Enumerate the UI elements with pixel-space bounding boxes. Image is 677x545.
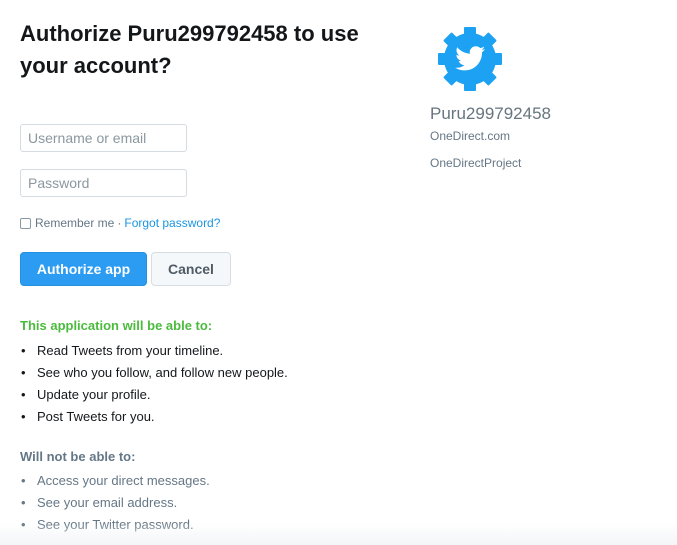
permission-text: See your email address.	[37, 495, 178, 510]
app-name: Puru299792458	[430, 104, 552, 123]
list-item: • Read Tweets from your timeline.	[20, 340, 288, 362]
list-item: • See your email address.	[20, 492, 210, 514]
permission-text: Access your direct messages.	[37, 473, 210, 488]
username-input[interactable]	[20, 124, 187, 152]
bullet-icon: •	[21, 387, 26, 402]
bullet-icon: •	[21, 495, 26, 510]
list-item: • Post Tweets for you.	[20, 406, 288, 428]
permission-text: Update your profile.	[37, 387, 151, 402]
app-organization: OneDirectProject	[430, 156, 522, 170]
separator-dot: ·	[117, 216, 122, 230]
remember-me-label[interactable]: Remember me	[35, 216, 114, 230]
app-website: OneDirect.com	[430, 129, 511, 143]
bullet-icon: •	[21, 409, 26, 424]
bullet-icon: •	[21, 365, 26, 380]
authorize-app-button[interactable]: Authorize app	[20, 252, 147, 286]
bottom-shade	[0, 523, 677, 545]
list-item: • Access your direct messages.	[20, 470, 210, 492]
list-item: • Update your profile.	[20, 384, 288, 406]
cancel-button[interactable]: Cancel	[151, 252, 231, 286]
permission-text: See who you follow, and follow new peopl…	[37, 365, 288, 380]
gear-bird-icon	[438, 27, 502, 91]
authorize-page: Authorize Puru299792458 to use your acco…	[0, 0, 677, 545]
allowed-permissions-heading: This application will be able to:	[20, 318, 213, 333]
bullet-icon: •	[21, 473, 26, 488]
bullet-icon: •	[21, 343, 26, 358]
password-input[interactable]	[20, 169, 187, 197]
remember-row: Remember me · Forgot password?	[20, 215, 220, 231]
permission-text: Read Tweets from your timeline.	[37, 343, 224, 358]
forgot-password-link[interactable]: Forgot password?	[124, 216, 220, 230]
permission-text: Post Tweets for you.	[37, 409, 155, 424]
remember-me-checkbox[interactable]	[20, 217, 31, 229]
list-item: • See who you follow, and follow new peop…	[20, 362, 288, 384]
denied-permissions-heading: Will not be able to:	[20, 449, 136, 464]
allowed-permissions-list: • Read Tweets from your timeline. • See wh…	[20, 340, 288, 428]
page-title: Authorize Puru299792458 to use your acco…	[20, 21, 359, 78]
